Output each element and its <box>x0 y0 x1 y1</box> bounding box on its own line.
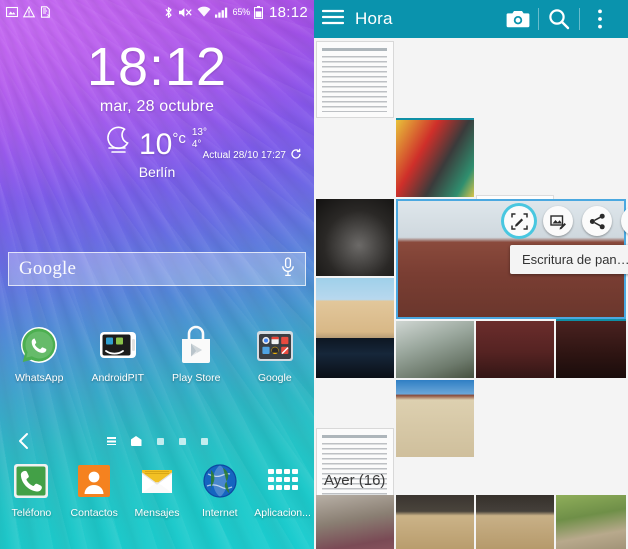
gallery-header: Hora <box>314 0 628 38</box>
warning-icon <box>23 6 35 18</box>
app-label: Play Store <box>172 372 221 384</box>
status-bar-left-icons: x <box>6 6 52 18</box>
thumb-content <box>322 56 387 112</box>
dock-label: Teléfono <box>11 507 52 519</box>
thumb-doc-2[interactable] <box>316 428 394 505</box>
widget-degree-unit: °c <box>172 130 186 147</box>
dock-label: Internet <box>201 507 238 519</box>
androidpit-icon <box>97 325 139 367</box>
gallery-header-actions <box>498 8 620 30</box>
page-indicator-row <box>0 432 314 450</box>
search-input[interactable]: Google <box>19 258 76 280</box>
thumb-coffee[interactable] <box>316 199 394 276</box>
thumb-content <box>322 443 387 499</box>
android-home-screen: x 65% 18:12 18:12 mar, 28 octubre 10°c 1… <box>0 0 314 549</box>
chevron-left-icon[interactable] <box>16 432 32 455</box>
file-error-icon: x <box>40 6 52 18</box>
widget-city: Berlín <box>138 164 176 180</box>
section-header-ayer: Ayer (16) <box>324 472 386 489</box>
dock-bar: Teléfono Contactos Mensajes Internet Apl… <box>0 460 314 538</box>
dock-item-contacts[interactable]: Contactos <box>63 460 126 538</box>
thumb-doc-1[interactable] <box>316 41 394 118</box>
thumb-wall-1[interactable] <box>396 495 474 549</box>
contacts-icon <box>73 460 115 502</box>
thumb-frost[interactable] <box>396 321 474 378</box>
widget-low: 4° <box>191 139 202 150</box>
phone-icon <box>10 460 52 502</box>
app-google-folder[interactable]: Google <box>236 325 315 384</box>
dock-item-messages[interactable]: Mensajes <box>126 460 189 538</box>
app-play-store[interactable]: Play Store <box>157 325 236 384</box>
wifi-icon <box>197 6 211 18</box>
search-icon[interactable] <box>539 8 579 30</box>
widget-high-low: 13° 4° <box>192 124 207 151</box>
thumb-facade-2[interactable] <box>396 380 474 457</box>
google-folder-icon <box>254 325 296 367</box>
dock-label: Mensajes <box>134 507 180 519</box>
widget-time: 18:12 <box>86 37 228 97</box>
status-bar-clock: 18:12 <box>268 3 308 21</box>
widget-high: 13° <box>191 127 207 138</box>
screenshot-root: x 65% 18:12 18:12 mar, 28 octubre 10°c 1… <box>0 0 628 549</box>
page-title: Hora <box>355 9 393 28</box>
delete-action-button[interactable] <box>621 206 628 236</box>
play-store-icon <box>175 325 217 367</box>
moon-icon <box>107 124 133 161</box>
status-bar[interactable]: x 65% 18:12 <box>0 0 314 24</box>
dock-label: Contactos <box>70 507 118 519</box>
weather-row: 10°c 13° 4° <box>0 124 314 161</box>
battery-percent-label: 65% <box>232 7 251 17</box>
app-label: WhatsApp <box>15 372 64 384</box>
internet-icon <box>199 460 241 502</box>
share-action-button[interactable] <box>582 206 612 236</box>
dock-label: Aplicacion... <box>254 507 311 519</box>
action-tooltip: Escritura de pan… <box>510 245 628 274</box>
app-icon-grid: WhatsApp AndroidPIT Play Store Google <box>0 325 314 384</box>
thumb-night[interactable] <box>316 338 394 378</box>
status-bar-right-icons: 65% 18:12 <box>163 4 308 21</box>
gallery-grid[interactable]: " Acordarme as 7h " " Tocar " " Tiempo "… <box>314 38 628 549</box>
thumb-rings[interactable] <box>396 120 474 197</box>
handwriting-action-button[interactable] <box>504 206 534 236</box>
apps-grid-icon <box>262 460 304 502</box>
thumb-brick-1[interactable] <box>476 321 554 378</box>
screenshot-icon <box>6 6 18 18</box>
google-search-bar[interactable]: Google <box>8 252 306 286</box>
clock-weather-widget[interactable]: 18:12 mar, 28 octubre 10°c 13° 4° Berlín <box>0 38 314 180</box>
gallery-app: Hora " Acordarme as 7h " " Tocar " " Tie… <box>314 0 628 549</box>
battery-icon <box>253 5 263 19</box>
signal-icon <box>214 6 229 18</box>
camera-icon[interactable] <box>498 9 538 29</box>
microphone-icon[interactable] <box>281 256 295 282</box>
whatsapp-icon <box>18 325 60 367</box>
overflow-menu-icon[interactable] <box>580 8 620 30</box>
dock-item-apps[interactable]: Aplicacion... <box>251 460 314 538</box>
home-page-icon[interactable] <box>130 436 142 446</box>
page-dots[interactable] <box>106 436 208 446</box>
thumb-path[interactable] <box>556 495 626 549</box>
selection-action-bar <box>504 206 628 236</box>
thumb-tree[interactable] <box>316 495 394 549</box>
page-dot[interactable] <box>200 437 208 445</box>
thumb-brick-2[interactable] <box>556 321 626 378</box>
bluetooth-icon <box>163 6 174 19</box>
app-androidpit[interactable]: AndroidPIT <box>79 325 158 384</box>
app-label: AndroidPIT <box>91 372 145 384</box>
widget-temperature: 10°c <box>139 128 186 161</box>
list-page-icon[interactable] <box>106 437 116 445</box>
mute-icon <box>178 6 193 19</box>
widget-date: mar, 28 octubre <box>99 98 215 115</box>
page-dot[interactable] <box>178 437 186 445</box>
dock-item-internet[interactable]: Internet <box>188 460 251 538</box>
edit-action-button[interactable] <box>543 206 573 236</box>
hamburger-menu-icon[interactable] <box>321 8 345 31</box>
messages-icon <box>136 460 178 502</box>
app-label: Google <box>257 372 292 384</box>
app-whatsapp[interactable]: WhatsApp <box>0 325 79 384</box>
page-dot[interactable] <box>156 437 164 445</box>
dock-item-phone[interactable]: Teléfono <box>0 460 63 538</box>
thumb-wall-2[interactable] <box>476 495 554 549</box>
